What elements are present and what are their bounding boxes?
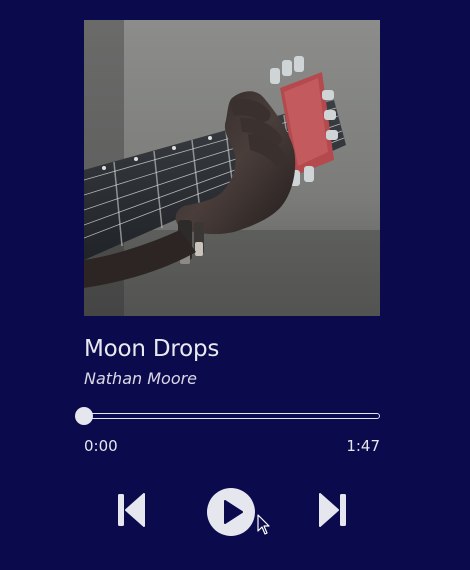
skip-next-icon bbox=[319, 493, 346, 527]
music-player: Moon Drops Nathan Moore 0:00 1:47 bbox=[0, 0, 470, 570]
skip-previous-icon bbox=[118, 493, 145, 527]
next-track-button[interactable] bbox=[318, 490, 348, 530]
play-button[interactable] bbox=[206, 487, 256, 537]
progress-thumb[interactable] bbox=[75, 407, 93, 425]
album-cover-image bbox=[84, 20, 380, 316]
track-artist: Nathan Moore bbox=[84, 369, 198, 388]
total-time: 1:47 bbox=[346, 437, 380, 455]
previous-track-button[interactable] bbox=[116, 490, 146, 530]
progress-slider[interactable] bbox=[75, 407, 382, 425]
mouse-pointer-icon bbox=[257, 514, 270, 535]
progress-track[interactable] bbox=[84, 413, 380, 419]
current-time: 0:00 bbox=[84, 437, 118, 455]
track-title: Moon Drops bbox=[84, 336, 220, 362]
play-icon bbox=[207, 488, 255, 536]
